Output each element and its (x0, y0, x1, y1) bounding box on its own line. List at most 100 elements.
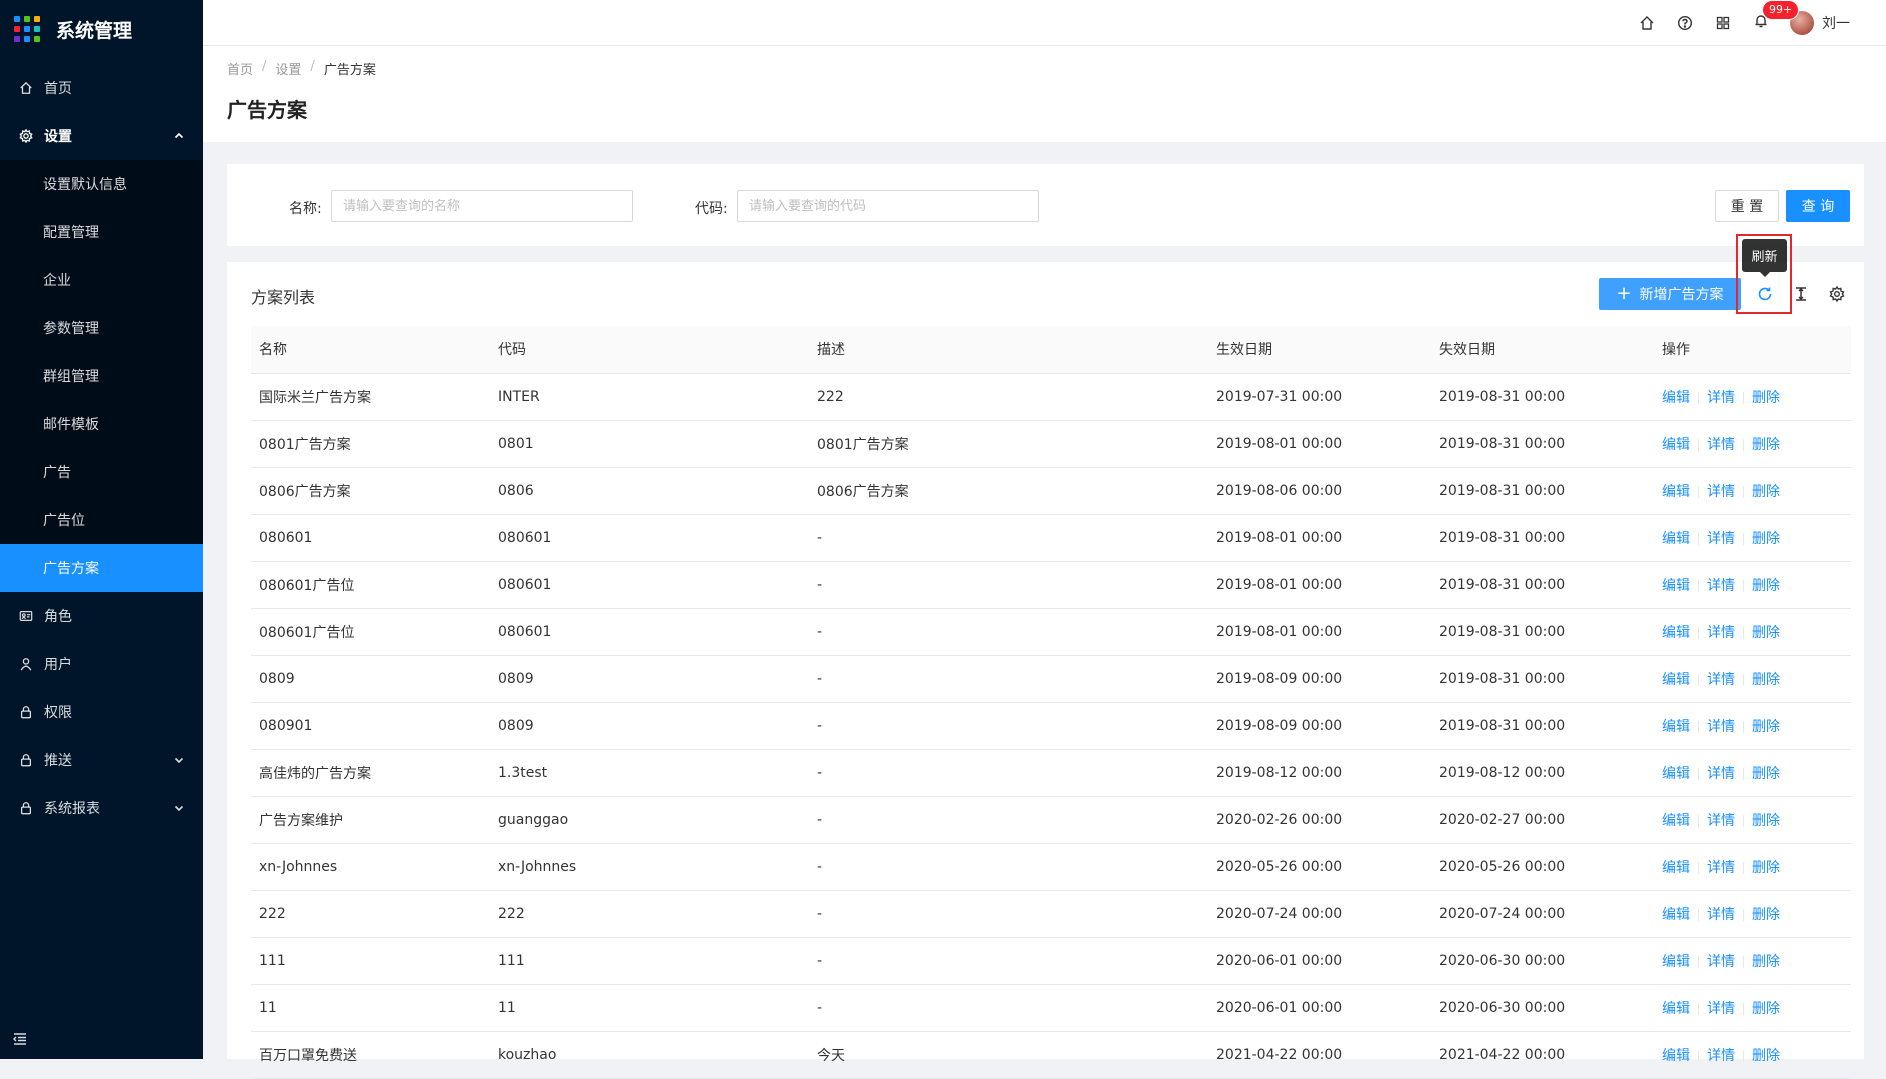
breadcrumb-home[interactable]: 首页 (227, 59, 253, 78)
edit-link[interactable]: 编辑 (1662, 860, 1690, 876)
edit-link[interactable]: 编辑 (1662, 954, 1690, 970)
detail-link[interactable]: 详情 (1707, 907, 1735, 923)
sidebar-item-roles[interactable]: 角色 (0, 592, 203, 640)
breadcrumb-settings[interactable]: 设置 (275, 59, 301, 78)
delete-link[interactable]: 删除 (1752, 907, 1780, 923)
sidebar-item-ad-plans[interactable]: 广告方案 (0, 544, 203, 592)
action-divider (1743, 767, 1744, 780)
id-card-icon (18, 608, 34, 624)
delete-link[interactable]: 删除 (1752, 813, 1780, 829)
cell-end-date: 2019-08-31 00:00 (1431, 373, 1654, 421)
edit-link[interactable]: 编辑 (1662, 766, 1690, 782)
edit-link[interactable]: 编辑 (1662, 719, 1690, 735)
detail-link[interactable]: 详情 (1707, 719, 1735, 735)
edit-link[interactable]: 编辑 (1662, 1048, 1690, 1064)
delete-link[interactable]: 删除 (1752, 1048, 1780, 1064)
apps-icon[interactable] (1704, 0, 1742, 46)
sidebar-item-settings[interactable]: 设置 (0, 112, 203, 160)
sidebar-item-params[interactable]: 参数管理 (0, 304, 203, 352)
user-menu[interactable]: 刘一 (1790, 11, 1850, 35)
column-header-name: 名称 (251, 326, 490, 374)
detail-link[interactable]: 详情 (1707, 954, 1735, 970)
name-search-input[interactable] (331, 190, 633, 222)
cell-start-date: 2020-06-01 00:00 (1208, 984, 1431, 1032)
page-title: 广告方案 (227, 98, 307, 122)
action-divider (1743, 391, 1744, 404)
sidebar-item-ads[interactable]: 广告 (0, 448, 203, 496)
cell-actions: 编辑 详情 删除 (1654, 655, 1851, 703)
detail-link[interactable]: 详情 (1707, 390, 1735, 406)
delete-link[interactable]: 删除 (1752, 1001, 1780, 1017)
detail-link[interactable]: 详情 (1707, 484, 1735, 500)
sidebar-item-config[interactable]: 配置管理 (0, 208, 203, 256)
detail-link[interactable]: 详情 (1707, 578, 1735, 594)
edit-link[interactable]: 编辑 (1662, 484, 1690, 500)
detail-link[interactable]: 详情 (1707, 766, 1735, 782)
detail-link[interactable]: 详情 (1707, 672, 1735, 688)
delete-link[interactable]: 删除 (1752, 484, 1780, 500)
sidebar-item-ad-slots[interactable]: 广告位 (0, 496, 203, 544)
refresh-tooltip: 刷新 (1742, 239, 1787, 277)
app-title: 系统管理 (56, 19, 133, 42)
action-divider (1698, 579, 1699, 592)
sidebar-item-reports[interactable]: 系统报表 (0, 784, 203, 832)
delete-link[interactable]: 删除 (1752, 390, 1780, 406)
delete-link[interactable]: 删除 (1752, 672, 1780, 688)
edit-link[interactable]: 编辑 (1662, 672, 1690, 688)
column-header-code: 代码 (490, 326, 809, 374)
detail-link[interactable]: 详情 (1707, 531, 1735, 547)
code-search-input[interactable] (737, 190, 1039, 222)
edit-link[interactable]: 编辑 (1662, 907, 1690, 923)
logo[interactable]: 系统管理 (0, 0, 203, 58)
add-plan-button[interactable]: + 新增广告方案 (1599, 278, 1741, 310)
table-row: 11 11-2020-06-01 00:00 2020-06-30 00:00 编辑详… (251, 984, 1851, 1032)
sidebar-item-home[interactable]: 首页 (0, 64, 203, 112)
edit-link[interactable]: 编辑 (1662, 390, 1690, 406)
sidebar-item-label: 企业 (43, 273, 71, 289)
cell-desc: - (809, 702, 1208, 750)
delete-link[interactable]: 删除 (1752, 766, 1780, 782)
menu-fold-icon[interactable] (12, 1031, 28, 1047)
home-icon[interactable] (1628, 0, 1666, 46)
notification-bell[interactable]: 99+ (1742, 0, 1799, 46)
edit-link[interactable]: 编辑 (1662, 437, 1690, 453)
detail-link[interactable]: 详情 (1707, 860, 1735, 876)
sidebar-item-default-info[interactable]: 设置默认信息 (0, 160, 203, 208)
table-row: 广告方案维护 guanggao -2020-02-26 00:00 2020-02-2… (251, 796, 1851, 844)
edit-link[interactable]: 编辑 (1662, 531, 1690, 547)
delete-link[interactable]: 删除 (1752, 860, 1780, 876)
sidebar-item-label: 角色 (44, 609, 72, 625)
delete-link[interactable]: 删除 (1752, 719, 1780, 735)
detail-link[interactable]: 详情 (1707, 813, 1735, 829)
help-icon[interactable] (1666, 0, 1704, 46)
reset-button[interactable]: 重 置 (1715, 190, 1779, 222)
delete-link[interactable]: 删除 (1752, 531, 1780, 547)
sidebar-item-push[interactable]: 推送 (0, 736, 203, 784)
cell-end-date: 2019-08-31 00:00 (1431, 561, 1654, 609)
sidebar-item-users[interactable]: 用户 (0, 640, 203, 688)
detail-link[interactable]: 详情 (1707, 625, 1735, 641)
edit-link[interactable]: 编辑 (1662, 578, 1690, 594)
edit-link[interactable]: 编辑 (1662, 1001, 1690, 1017)
delete-link[interactable]: 删除 (1752, 625, 1780, 641)
detail-link[interactable]: 详情 (1707, 1048, 1735, 1064)
breadcrumb-separator: / (262, 59, 267, 74)
cell-name: 080601 (251, 514, 490, 562)
sidebar-item-groups[interactable]: 群组管理 (0, 352, 203, 400)
delete-link[interactable]: 删除 (1752, 437, 1780, 453)
cell-actions: 编辑 详情 删除 (1654, 984, 1851, 1032)
settings-gear-icon[interactable] (1827, 284, 1847, 304)
detail-link[interactable]: 详情 (1707, 1001, 1735, 1017)
query-button[interactable]: 查 询 (1786, 190, 1850, 222)
sidebar-item-permissions[interactable]: 权限 (0, 688, 203, 736)
edit-link[interactable]: 编辑 (1662, 813, 1690, 829)
sidebar-item-enterprise[interactable]: 企业 (0, 256, 203, 304)
detail-link[interactable]: 详情 (1707, 437, 1735, 453)
column-height-icon[interactable] (1791, 284, 1811, 304)
delete-link[interactable]: 删除 (1752, 954, 1780, 970)
cell-name: 111 (251, 937, 490, 985)
edit-link[interactable]: 编辑 (1662, 625, 1690, 641)
cell-start-date: 2019-08-09 00:00 (1208, 655, 1431, 703)
sidebar-item-mail-templates[interactable]: 邮件模板 (0, 400, 203, 448)
delete-link[interactable]: 删除 (1752, 578, 1780, 594)
